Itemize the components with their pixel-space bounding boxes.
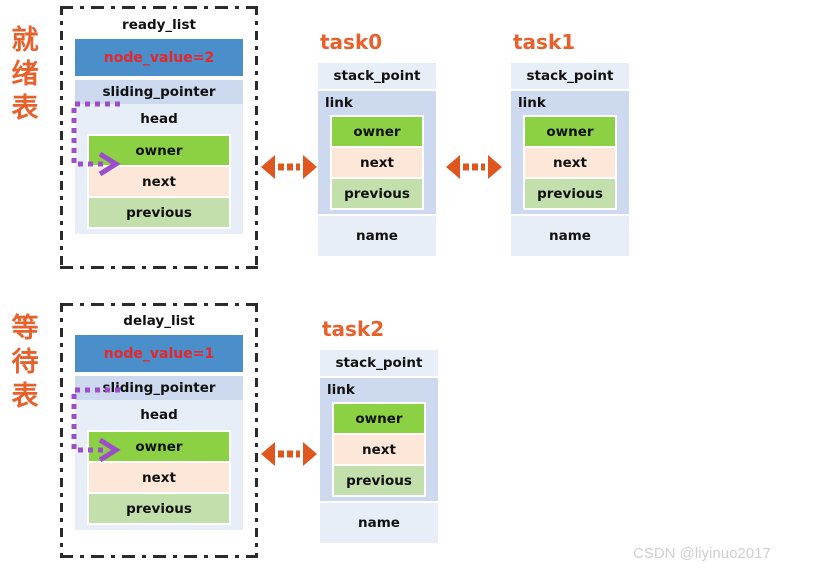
- ready-list-title: ready_list: [122, 17, 196, 33]
- section-label-ready: 就 绪 表: [2, 24, 48, 126]
- task1-inner-stack: owner next previous: [523, 115, 617, 210]
- watermark: CSDN @liyinuo2017: [633, 545, 771, 562]
- frame-edge-right: [255, 6, 258, 269]
- cn-char: 待: [11, 347, 39, 378]
- task1-link-label: link: [518, 95, 546, 111]
- task2-stack-point: stack_point: [320, 350, 438, 376]
- task1-stack-point: stack_point: [511, 63, 629, 89]
- task0-cell-next: next: [332, 148, 422, 177]
- cn-char: 等: [11, 313, 39, 344]
- frame-edge-bottom: [60, 266, 258, 269]
- delay-list-cell-next: next: [89, 463, 229, 492]
- task1-cell-owner: owner: [525, 117, 615, 146]
- sliding-pointer-arrow-ready: [71, 101, 121, 176]
- task1-title: task1: [513, 30, 576, 54]
- task1-cell-next: next: [525, 148, 615, 177]
- frame-edge-top: [60, 6, 258, 9]
- task2-inner-stack: owner next previous: [332, 402, 426, 497]
- task0-link-label: link: [325, 95, 353, 111]
- task2-box: stack_point link owner next previous nam…: [320, 350, 438, 543]
- task0-stack-point: stack_point: [318, 63, 436, 89]
- task0-box: stack_point link owner next previous nam…: [318, 63, 436, 256]
- task1-cell-previous: previous: [525, 179, 615, 208]
- link-arrow-delay-task2: [261, 442, 317, 466]
- ready-list-node-value: node_value=2: [75, 39, 243, 76]
- sliding-pointer-arrow-delay: [71, 387, 121, 462]
- delay-list-title: delay_list: [123, 313, 195, 329]
- task0-inner-stack: owner next previous: [330, 115, 424, 210]
- task2-name: name: [320, 503, 438, 543]
- link-arrow-ready-task0: [261, 155, 317, 179]
- diagram-canvas: 就 绪 表 ready_list node_value=2 sliding_po…: [0, 0, 818, 576]
- task1-box: stack_point link owner next previous nam…: [511, 63, 629, 256]
- delay-list-node-value: node_value=1: [75, 335, 243, 372]
- cn-char: 表: [11, 93, 39, 124]
- task0-name: name: [318, 216, 436, 256]
- link-arrow-task0-task1: [446, 155, 502, 179]
- task0-title: task0: [320, 30, 383, 54]
- task1-name: name: [511, 216, 629, 256]
- task0-link: link owner next previous: [318, 91, 436, 214]
- task2-link: link owner next previous: [320, 378, 438, 501]
- task1-link: link owner next previous: [511, 91, 629, 214]
- cn-char: 表: [11, 381, 39, 412]
- frame-edge-top: [60, 303, 258, 306]
- frame-edge-bottom: [60, 555, 258, 558]
- ready-list-cell-previous: previous: [89, 198, 229, 227]
- task2-title: task2: [322, 317, 385, 341]
- section-label-delay: 等 待 表: [2, 312, 48, 414]
- frame-edge-right: [255, 303, 258, 558]
- task2-cell-next: next: [334, 435, 424, 464]
- cn-char: 绪: [11, 59, 39, 90]
- task2-link-label: link: [327, 382, 355, 398]
- cn-char: 就: [11, 25, 39, 56]
- task0-cell-previous: previous: [332, 179, 422, 208]
- task2-cell-previous: previous: [334, 466, 424, 495]
- task0-cell-owner: owner: [332, 117, 422, 146]
- delay-list-cell-previous: previous: [89, 494, 229, 523]
- task2-cell-owner: owner: [334, 404, 424, 433]
